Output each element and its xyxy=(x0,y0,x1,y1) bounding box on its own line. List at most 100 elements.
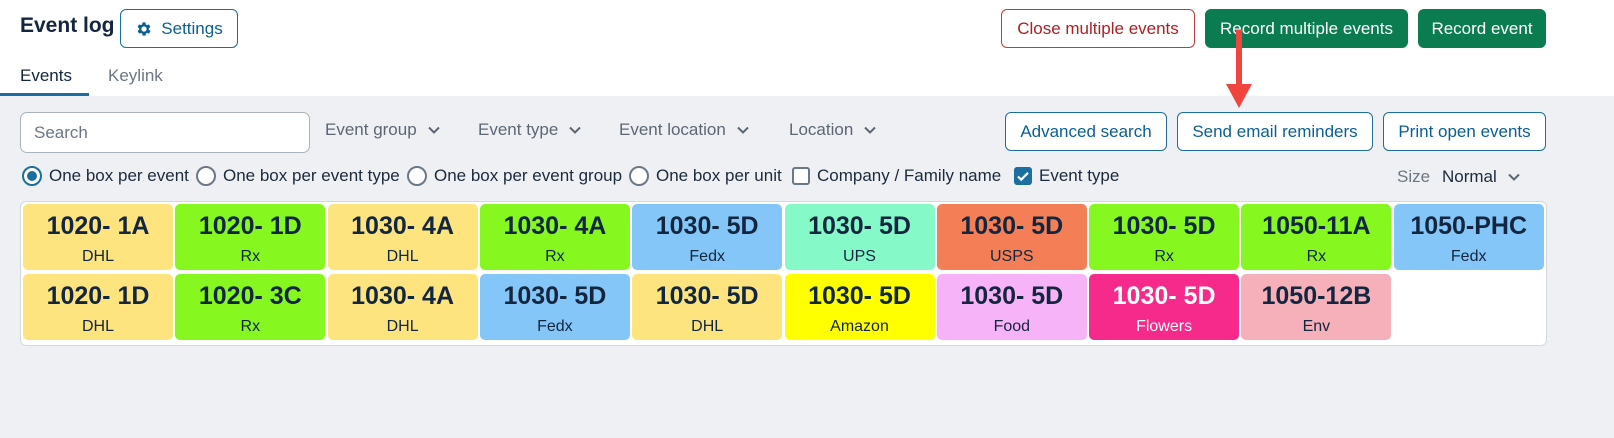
event-tile[interactable]: 1030- 4A DHL xyxy=(327,204,478,270)
event-tile-type: Food xyxy=(993,318,1031,335)
location-dropdown[interactable]: Location xyxy=(789,120,877,140)
event-tile-type: Rx xyxy=(1306,248,1327,265)
checkbox[interactable] xyxy=(792,167,810,185)
location-label: Location xyxy=(789,120,854,139)
event-tile-unit: 1030- 5D xyxy=(1112,212,1216,240)
option-label: One box per event xyxy=(49,166,189,185)
event-group-dropdown[interactable]: Event group xyxy=(325,120,441,140)
event-tile-type: Flowers xyxy=(1136,318,1193,335)
tab-keylink[interactable]: Keylink xyxy=(108,62,178,96)
radio-button[interactable] xyxy=(196,166,216,186)
event-type-label: Event type xyxy=(478,120,559,139)
radio-button[interactable] xyxy=(22,166,42,186)
event-location-label: Event location xyxy=(619,120,726,139)
event-tile-unit: 1030- 5D xyxy=(655,212,759,240)
event-tile-unit: 1030- 5D xyxy=(655,282,759,310)
event-tile[interactable]: 1050-12B Env xyxy=(1241,274,1392,340)
event-tile-unit: 1030- 4A xyxy=(351,282,455,310)
event-tile-type: DHL xyxy=(691,318,724,335)
record-event-button[interactable]: Record event xyxy=(1418,9,1546,48)
radio-button[interactable] xyxy=(629,166,649,186)
event-tile-grid: 1020- 1A DHL 1020- 1D Rx 1030- 4A DHL 1030- 4A… xyxy=(20,201,1547,346)
close-multiple-events-button[interactable]: Close multiple events xyxy=(1001,9,1195,48)
gear-icon xyxy=(137,21,151,36)
event-tile-type: Amazon xyxy=(830,318,889,335)
event-tile-unit: 1030- 5D xyxy=(808,282,911,310)
event-tile[interactable]: 1030- 5D Flowers xyxy=(1089,274,1240,340)
option-label: Event type xyxy=(1039,166,1120,185)
checkbox[interactable] xyxy=(1014,167,1032,185)
event-tile-unit: 1020- 3C xyxy=(198,282,302,310)
page-title: Event log xyxy=(20,14,115,37)
advanced-search-button[interactable]: Advanced search xyxy=(1005,112,1167,151)
event-tile-unit: 1020- 1D xyxy=(198,212,302,240)
chevron-down-icon xyxy=(1508,173,1520,181)
send-email-reminders-button[interactable]: Send email reminders xyxy=(1177,112,1373,151)
event-tile-type: Rx xyxy=(545,248,565,265)
radio-button[interactable] xyxy=(407,166,427,186)
event-group-label: Event group xyxy=(325,120,417,139)
event-type-dropdown[interactable]: Event type xyxy=(478,120,582,140)
event-tile[interactable]: 1030- 5D Amazon xyxy=(784,274,935,340)
option-event-type[interactable]: Event type xyxy=(1014,166,1119,186)
event-tile[interactable]: 1020- 3C Rx xyxy=(175,274,326,340)
chevron-down-icon xyxy=(569,126,582,134)
annotation-arrow-icon xyxy=(1226,30,1252,108)
event-tile-unit: 1050-12B xyxy=(1261,282,1372,310)
event-location-dropdown[interactable]: Event location xyxy=(619,120,750,140)
option-company-family-name[interactable]: Company / Family name xyxy=(792,166,1001,186)
event-tile-type: Fedx xyxy=(537,318,573,335)
event-tile[interactable]: 1050-PHC Fedx xyxy=(1393,204,1544,270)
event-tile-unit: 1050-11A xyxy=(1262,212,1371,240)
event-tile[interactable]: 1020- 1A DHL xyxy=(23,204,173,270)
option-label: One box per event type xyxy=(223,166,400,185)
event-tile-type: DHL xyxy=(81,318,114,335)
event-tile-unit: 1020- 1A xyxy=(46,212,150,240)
event-tile-unit: 1030- 4A xyxy=(503,212,607,240)
event-tile-type: Fedx xyxy=(689,248,725,265)
option-label: One box per event group xyxy=(434,166,623,185)
event-tile-type: Env xyxy=(1302,318,1331,335)
event-tile[interactable]: 1020- 1D Rx xyxy=(175,204,326,270)
print-open-events-button[interactable]: Print open events xyxy=(1383,112,1546,151)
option-one-box-per-unit[interactable]: One box per unit xyxy=(629,166,782,186)
option-one-box-per-event-group[interactable]: One box per event group xyxy=(407,166,622,186)
tab-events[interactable]: Events xyxy=(0,62,89,96)
event-tile[interactable]: 1030- 5D Fedx xyxy=(632,204,783,270)
event-tile-unit: 1030- 5D xyxy=(1112,282,1216,310)
event-tile-unit: 1030- 4A xyxy=(351,212,455,240)
event-tile[interactable]: 1050-11A Rx xyxy=(1241,204,1392,270)
event-tile-unit: 1030- 5D xyxy=(808,212,911,240)
option-label: Company / Family name xyxy=(817,166,1002,185)
event-tile[interactable]: 1020- 1D DHL xyxy=(23,274,173,340)
size-dropdown[interactable]: Normal xyxy=(1442,167,1521,187)
event-tile-type: DHL xyxy=(386,248,419,265)
event-tile[interactable]: 1030- 5D UPS xyxy=(784,204,935,270)
option-one-box-per-event-type[interactable]: One box per event type xyxy=(196,166,400,186)
event-tile-unit: 1050-PHC xyxy=(1410,212,1528,240)
search-input[interactable] xyxy=(20,112,310,153)
event-tile-type: Fedx xyxy=(1450,248,1487,265)
event-tile[interactable]: 1030- 5D DHL xyxy=(632,274,783,340)
event-tile-type: UPS xyxy=(843,248,876,265)
event-tile-unit: 1030- 5D xyxy=(503,282,607,310)
event-tile[interactable]: 1030- 5D Rx xyxy=(1089,204,1240,270)
option-one-box-per-event[interactable]: One box per event xyxy=(22,166,189,186)
event-tile[interactable]: 1030- 5D USPS xyxy=(936,204,1087,270)
event-tile[interactable]: 1030- 4A Rx xyxy=(479,204,630,270)
settings-label: Settings xyxy=(161,18,223,38)
event-tile[interactable]: 1030- 5D Food xyxy=(936,274,1087,340)
event-tile-unit: 1020- 1D xyxy=(46,282,150,310)
size-label: Size xyxy=(1397,167,1431,186)
settings-button[interactable]: Settings xyxy=(120,9,238,48)
top-bar: Event log Settings Close multiple events… xyxy=(0,0,1614,96)
event-tile-type: Rx xyxy=(240,318,261,335)
size-value: Normal xyxy=(1442,167,1497,186)
checkmark-icon xyxy=(1017,172,1029,182)
chevron-down-icon xyxy=(737,126,749,134)
event-tile[interactable]: 1030- 5D Fedx xyxy=(479,274,630,340)
event-tile-type: DHL xyxy=(81,248,114,265)
event-tile-type: Rx xyxy=(1154,248,1174,265)
event-tile[interactable]: 1030- 4A DHL xyxy=(327,274,478,340)
event-tile-type: USPS xyxy=(990,248,1034,265)
